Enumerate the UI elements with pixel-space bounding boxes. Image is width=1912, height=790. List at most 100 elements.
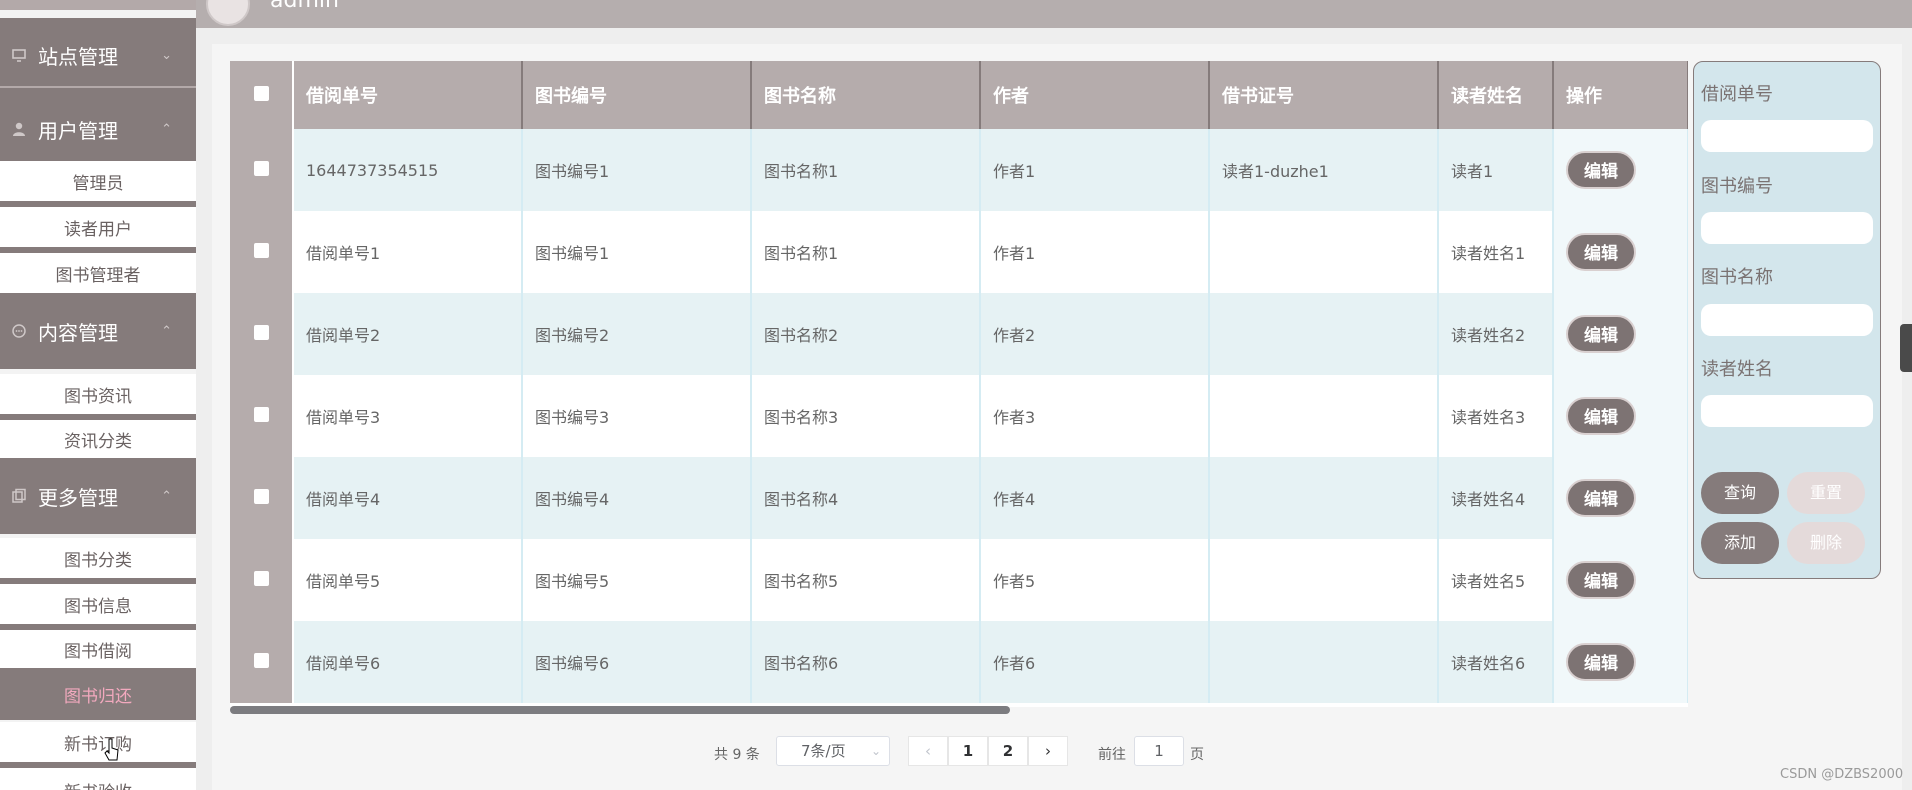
- row-checkbox[interactable]: [253, 324, 269, 340]
- search-input-book-name[interactable]: [1701, 304, 1873, 336]
- column-header: 操作: [1553, 61, 1688, 129]
- sidebar-item-book-category[interactable]: 图书分类: [0, 538, 196, 584]
- cell-actions: 编辑: [1553, 539, 1688, 621]
- data-table: 借阅单号 图书编号 图书名称 作者 借书证号 读者姓名 操作 164473735…: [230, 61, 1688, 703]
- column-header[interactable]: 读者姓名: [1438, 61, 1554, 129]
- row-checkbox[interactable]: [253, 242, 269, 258]
- sidebar-item-readers[interactable]: 读者用户: [0, 207, 196, 253]
- cell-card-no: 读者1-duzhe1: [1209, 129, 1439, 211]
- search-input-reader[interactable]: [1701, 395, 1873, 427]
- sidebar-item-book-return[interactable]: 图书归还: [0, 668, 196, 720]
- cell-book-code: 图书编号3: [522, 375, 752, 457]
- row-checkbox[interactable]: [253, 488, 269, 504]
- goto-page-input[interactable]: 1: [1134, 736, 1184, 766]
- column-header[interactable]: 借书证号: [1209, 61, 1439, 129]
- column-header[interactable]: 作者: [980, 61, 1210, 129]
- edit-button[interactable]: 编辑: [1566, 315, 1636, 353]
- edit-button[interactable]: 编辑: [1566, 561, 1636, 599]
- cell-book-code: 图书编号1: [522, 211, 752, 293]
- row-checkbox[interactable]: [253, 652, 269, 668]
- sidebar-group-label: 内容管理: [38, 320, 118, 345]
- avatar[interactable]: [206, 0, 250, 26]
- page-size-select[interactable]: 7条/页 ⌄: [776, 736, 890, 766]
- cell-actions: 编辑: [1553, 457, 1688, 539]
- cell-borrow-no: 借阅单号1: [293, 211, 523, 293]
- query-button[interactable]: 查询: [1701, 472, 1779, 514]
- edit-button[interactable]: 编辑: [1566, 479, 1636, 517]
- cell-reader: 读者姓名4: [1438, 457, 1554, 539]
- sidebar-group-more[interactable]: 更多管理 ⌃: [0, 458, 196, 534]
- cell-book-name: 图书名称5: [751, 539, 981, 621]
- sidebar-group-content[interactable]: 内容管理 ⌃: [0, 293, 196, 369]
- reset-button[interactable]: 重置: [1787, 472, 1865, 514]
- table-header-row: 借阅单号 图书编号 图书名称 作者 借书证号 读者姓名 操作: [230, 61, 1688, 129]
- cell-book-name: 图书名称3: [751, 375, 981, 457]
- row-check-cell: [230, 457, 294, 539]
- chevron-down-icon: ⌄: [870, 744, 881, 758]
- cell-actions: 编辑: [1553, 621, 1688, 703]
- add-button[interactable]: 添加: [1701, 522, 1779, 564]
- side-tab-handle[interactable]: [1900, 324, 1912, 372]
- search-label-borrow-no: 借阅单号: [1701, 84, 1773, 105]
- row-checkbox[interactable]: [253, 570, 269, 586]
- cell-card-no: [1209, 457, 1439, 539]
- row-check-cell: [230, 375, 294, 457]
- sidebar-group-label: 站点管理: [38, 44, 118, 69]
- prev-page-button[interactable]: ‹: [908, 736, 948, 766]
- cell-reader: 读者姓名2: [1438, 293, 1554, 375]
- cell-borrow-no: 1644737354515: [293, 129, 523, 211]
- column-header[interactable]: 图书编号: [522, 61, 752, 129]
- page-size-value: 7条/页: [801, 742, 846, 760]
- row-checkbox[interactable]: [253, 406, 269, 422]
- sidebar-item-admins[interactable]: 管理员: [0, 161, 196, 207]
- goto-suffix: 页: [1190, 747, 1204, 763]
- cell-author: 作者4: [980, 457, 1210, 539]
- edit-button[interactable]: 编辑: [1566, 397, 1636, 435]
- watermark: CSDN @DZBS2000: [1780, 767, 1904, 782]
- search-input-borrow-no[interactable]: [1701, 120, 1873, 152]
- sidebar-item-new-accept[interactable]: 新书验收: [0, 768, 196, 790]
- row-check-cell: [230, 211, 294, 293]
- search-label-book-code: 图书编号: [1701, 176, 1773, 197]
- cell-reader: 读者姓名5: [1438, 539, 1554, 621]
- cell-borrow-no: 借阅单号2: [293, 293, 523, 375]
- page-number[interactable]: 2: [988, 736, 1028, 766]
- cell-borrow-no: 借阅单号6: [293, 621, 523, 703]
- top-header: admin: [196, 0, 1912, 28]
- sidebar-top-cut: [0, 0, 196, 10]
- sidebar-group-site[interactable]: 站点管理 ⌄: [0, 18, 196, 92]
- chat-icon: [10, 322, 28, 340]
- delete-button[interactable]: 删除: [1787, 522, 1865, 564]
- table-row: 1644737354515 图书编号1 图书名称1 作者1 读者1-duzhe1…: [230, 129, 1688, 211]
- edit-button[interactable]: 编辑: [1566, 643, 1636, 681]
- chevron-up-icon: ⌃: [161, 488, 172, 504]
- sidebar-item-book-managers[interactable]: 图书管理者: [0, 253, 196, 293]
- sidebar-item-book-news[interactable]: 图书资讯: [0, 374, 196, 420]
- page-number[interactable]: 1: [948, 736, 988, 766]
- column-header[interactable]: 图书名称: [751, 61, 981, 129]
- row-check-cell: [230, 539, 294, 621]
- cell-book-code: 图书编号4: [522, 457, 752, 539]
- select-all-checkbox[interactable]: [253, 85, 269, 101]
- cell-actions: 编辑: [1553, 211, 1688, 293]
- next-page-button[interactable]: ›: [1028, 736, 1068, 766]
- sidebar-item-news-category[interactable]: 资讯分类: [0, 420, 196, 458]
- search-label-book-name: 图书名称: [1701, 267, 1773, 288]
- sidebar-item-book-info[interactable]: 图书信息: [0, 584, 196, 630]
- sidebar-item-book-borrow[interactable]: 图书借阅: [0, 630, 196, 668]
- cell-actions: 编辑: [1553, 129, 1688, 211]
- cell-card-no: [1209, 621, 1439, 703]
- username: admin: [270, 0, 339, 13]
- column-header[interactable]: 借阅单号: [293, 61, 523, 129]
- cell-book-code: 图书编号1: [522, 129, 752, 211]
- borrow-table: 借阅单号 图书编号 图书名称 作者 借书证号 读者姓名 操作 164473735…: [230, 61, 1688, 707]
- goto-prefix: 前往: [1098, 747, 1126, 763]
- edit-button[interactable]: 编辑: [1566, 233, 1636, 271]
- horizontal-scrollbar[interactable]: [230, 706, 1010, 714]
- cell-actions: 编辑: [1553, 293, 1688, 375]
- sidebar-group-label: 用户管理: [38, 118, 118, 143]
- search-input-book-code[interactable]: [1701, 212, 1873, 244]
- row-checkbox[interactable]: [253, 160, 269, 176]
- sidebar-group-users[interactable]: 用户管理 ⌃: [0, 92, 196, 166]
- edit-button[interactable]: 编辑: [1566, 151, 1636, 189]
